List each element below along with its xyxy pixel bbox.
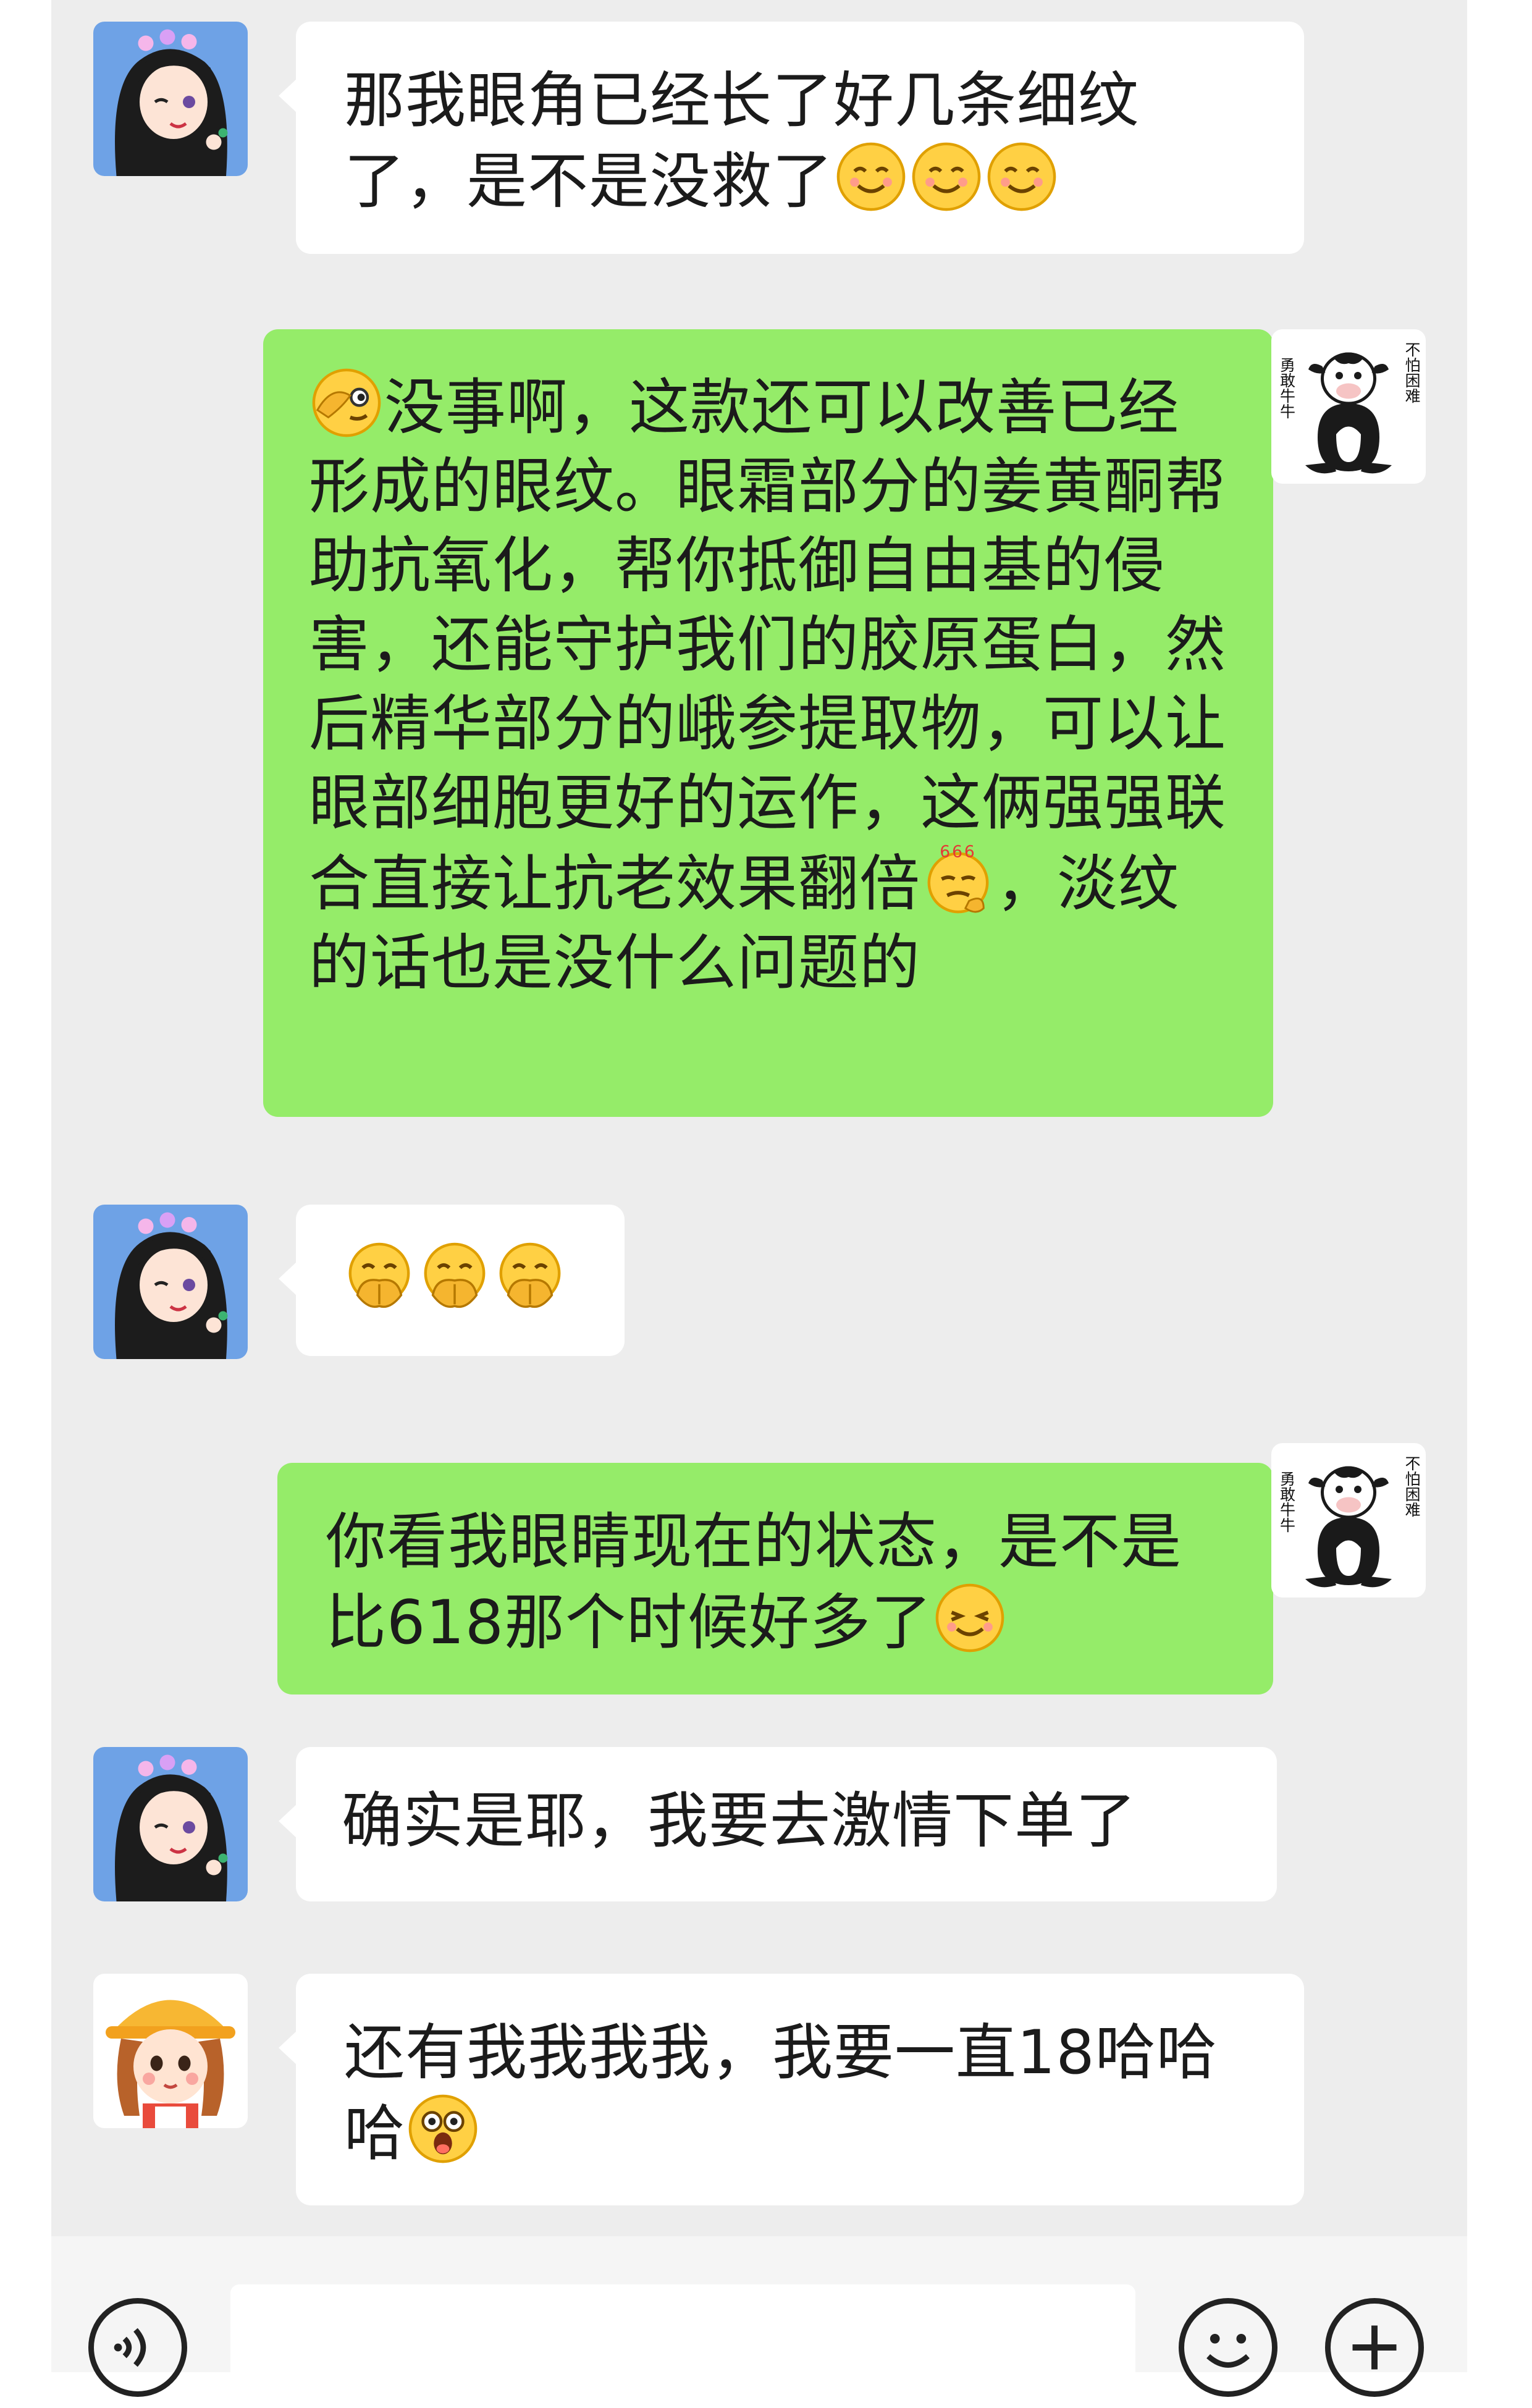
avatar-girl[interactable] — [93, 1747, 248, 1901]
message-bubble-incoming[interactable]: 还有我我我我，我要一直18哈哈哈 — [279, 1974, 1304, 2205]
cow-avatar-right-text: 不怕困难 — [1403, 1455, 1421, 1517]
message-text: 没事啊，这款还可以改善已经形成的眼纹。眼霜部分的姜黄酮帮助抗氧化，帮你抵御自由基… — [309, 373, 1227, 919]
avatar-girl[interactable] — [93, 22, 248, 176]
smile-emoji-icon — [910, 140, 983, 213]
plus-icon[interactable] — [1325, 2298, 1424, 2397]
peek-emoji-icon — [310, 366, 383, 439]
avatar-cow[interactable]: 勇敢牛牛 不怕困难 — [1271, 329, 1426, 484]
cow-avatar-left-text: 勇敢牛牛 — [1278, 357, 1296, 419]
message-input[interactable] — [230, 2284, 1135, 2408]
avatar-girl[interactable] — [93, 1205, 248, 1359]
fist-emoji-icon — [343, 1240, 416, 1313]
message-bubble-outgoing[interactable]: 你看我眼睛现在的状态，是不是比618那个时候好多了 — [277, 1463, 1290, 1694]
message-text: 确实是耶，我要去激情下单了 — [342, 1786, 1137, 1856]
input-bar — [51, 2236, 1467, 2408]
emoji-icon[interactable] — [1179, 2298, 1277, 2397]
message-bubble-incoming[interactable]: 那我眼角已经长了好几条细纹了，是不是没救了 — [279, 22, 1304, 254]
smile-emoji-icon — [835, 140, 907, 213]
cow-avatar-left-text: 勇敢牛牛 — [1278, 1471, 1296, 1533]
message-bubble-incoming[interactable]: 确实是耶，我要去激情下单了 — [279, 1747, 1277, 1901]
message-text: 你看我眼睛现在的状态，是不是比618那个时候好多了 — [326, 1507, 1182, 1658]
happy-emoji-icon — [933, 1581, 1006, 1654]
smile-emoji-icon — [985, 140, 1058, 213]
avatar-cow[interactable]: 勇敢牛牛 不怕困难 — [1271, 1443, 1426, 1598]
666-emoji-icon: 666 — [922, 843, 995, 916]
avatar-girl-hat[interactable] — [93, 1974, 248, 2128]
svg-text:666: 666 — [940, 843, 977, 862]
fist-emoji-icon — [418, 1240, 491, 1313]
message-bubble-incoming[interactable] — [279, 1205, 625, 1356]
voice-icon[interactable] — [88, 2298, 187, 2397]
message-bubble-outgoing[interactable]: 没事啊，这款还可以改善已经形成的眼纹。眼霜部分的姜黄酮帮助抗氧化，帮你抵御自由基… — [263, 329, 1290, 1117]
cow-avatar-right-text: 不怕困难 — [1403, 342, 1421, 403]
shock-emoji-icon — [406, 2092, 479, 2165]
fist-emoji-icon — [494, 1240, 566, 1313]
chat-area[interactable]: 那我眼角已经长了好几条细纹了，是不是没救了 没事啊，这款还可以改善已经形成的眼纹… — [51, 0, 1467, 2236]
